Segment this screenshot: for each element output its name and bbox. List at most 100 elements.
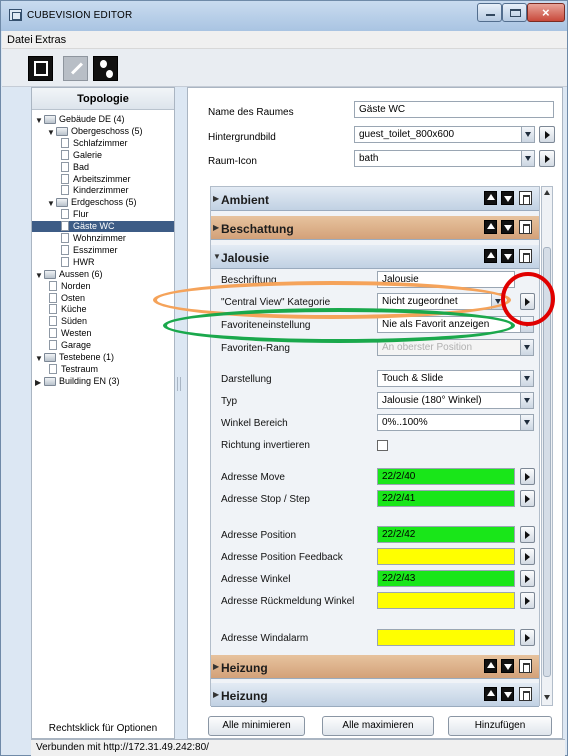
background-select[interactable]: guest_toilet_800x600 [354, 126, 535, 143]
position-arrow-button[interactable] [520, 526, 535, 543]
tree-label: Schlafzimmer [73, 137, 128, 148]
panel-title: Beschattung [221, 222, 294, 236]
move-down-icon[interactable] [501, 191, 514, 205]
document-icon [61, 244, 69, 255]
collapse-icon[interactable]: ▼ [47, 127, 55, 138]
document-icon [61, 149, 69, 160]
scroll-up-icon[interactable] [544, 190, 550, 195]
tree-label: Westen [61, 328, 92, 339]
position-feedback-input[interactable] [377, 548, 515, 565]
windalarm-arrow-button[interactable] [520, 629, 535, 646]
status-bar: Verbunden mit http://172.31.49.242:80/ [31, 739, 565, 756]
chevron-down-icon[interactable] [520, 415, 533, 430]
panel-beschattung[interactable]: ▶ Beschattung [211, 216, 539, 240]
position-input[interactable]: 22/2/42 [377, 526, 515, 543]
close-button[interactable]: × [527, 3, 565, 22]
stop-input[interactable]: 22/2/41 [377, 490, 515, 507]
typ-select[interactable]: Jalousie (180° Winkel) [377, 392, 534, 409]
chevron-down-icon[interactable] [521, 127, 534, 142]
tree-room[interactable]: Gäste WC [32, 221, 174, 233]
delete-icon[interactable] [519, 249, 532, 263]
chevron-down-icon[interactable] [520, 393, 533, 408]
move-down-icon[interactable] [501, 220, 514, 234]
chevron-down-icon[interactable] [520, 371, 533, 386]
move-down-icon[interactable] [501, 687, 514, 701]
chevron-down-icon[interactable] [521, 151, 534, 166]
add-button[interactable]: Hinzufügen [448, 716, 552, 736]
collapse-icon[interactable]: ▼ [35, 353, 43, 364]
collapse-icon[interactable]: ▼ [35, 115, 43, 126]
winkel-address-arrow-button[interactable] [520, 570, 535, 587]
document-icon [49, 340, 57, 351]
winkel-feedback-input[interactable] [377, 592, 515, 609]
document-icon [61, 137, 69, 148]
tree-label: Arbeitszimmer [73, 173, 131, 184]
move-down-icon[interactable] [501, 249, 514, 263]
maximize-all-button[interactable]: Alle maximieren [322, 716, 434, 736]
winkel-bereich-select[interactable]: 0%..100% [377, 414, 534, 431]
move-up-icon[interactable] [484, 687, 497, 701]
move-up-icon[interactable] [484, 659, 497, 673]
menu-extras[interactable]: Extras [35, 34, 66, 46]
splitter[interactable] [175, 87, 187, 739]
typ-value: Jalousie (180° Winkel) [382, 395, 482, 406]
winkel-feedback-arrow-button[interactable] [520, 592, 535, 609]
tree-label: Erdgeschoss (5) [71, 197, 137, 208]
app-window: CUBEVISION EDITOR × Datei Extras Topolog… [0, 0, 568, 756]
background-arrow-button[interactable] [539, 126, 555, 143]
rang-value: An oberster Position [382, 342, 473, 353]
room-icon-arrow-button[interactable] [539, 150, 555, 167]
panel-heizung-2[interactable]: ▶ Heizung [211, 683, 539, 707]
panel-heizung-1[interactable]: ▶ Heizung [211, 655, 539, 679]
panel-jalousie[interactable]: ▼ Jalousie [211, 245, 539, 269]
scroll-down-icon[interactable] [544, 695, 550, 700]
position-feedback-arrow-button[interactable] [520, 548, 535, 565]
collapse-icon[interactable]: ▼ [47, 198, 55, 209]
delete-icon[interactable] [519, 220, 532, 234]
vertical-scrollbar[interactable] [541, 186, 553, 706]
tree-label: Obergeschoss (5) [71, 125, 143, 136]
darstellung-select[interactable]: Touch & Slide [377, 370, 534, 387]
stop-arrow-button[interactable] [520, 490, 535, 507]
title-bar[interactable]: CUBEVISION EDITOR × [1, 1, 567, 31]
move-down-icon[interactable] [501, 659, 514, 673]
folder-icon [44, 269, 56, 279]
tree-label: Gäste WC [73, 221, 115, 232]
move-arrow-button[interactable] [520, 468, 535, 485]
delete-icon[interactable] [519, 191, 532, 205]
move-input[interactable]: 22/2/40 [377, 468, 515, 485]
move-up-icon[interactable] [484, 220, 497, 234]
tree-label: HWR [73, 256, 95, 267]
save-icon[interactable] [28, 56, 53, 81]
document-icon [49, 304, 57, 315]
tree-label: Building EN (3) [59, 375, 120, 386]
panel-title: Jalousie [221, 251, 270, 265]
splitter-grip[interactable] [177, 377, 181, 391]
document-icon [61, 233, 69, 243]
collapse-icon: ▼ [213, 252, 221, 261]
user-icon[interactable] [93, 56, 118, 81]
winkel-bereich-value: 0%..100% [382, 417, 428, 428]
minimize-all-button[interactable]: Alle minimieren [208, 716, 305, 736]
topology-panel: Topologie ▼ Gebäude DE (4) ▼ Obergeschoss (… [31, 87, 175, 739]
collapse-icon[interactable]: ▼ [35, 270, 43, 281]
room-icon-select[interactable]: bath [354, 150, 535, 167]
maximize-button[interactable] [502, 3, 527, 22]
tree-label: Kinderzimmer [73, 185, 129, 196]
move-up-icon[interactable] [484, 191, 497, 205]
windalarm-input[interactable] [377, 629, 515, 646]
expand-icon[interactable]: ▶ [35, 377, 41, 388]
delete-icon[interactable] [519, 659, 532, 673]
edit-icon[interactable] [63, 56, 88, 81]
winkel-address-input[interactable]: 22/2/43 [377, 570, 515, 587]
folder-icon [56, 126, 68, 136]
move-label: Adresse Move [221, 472, 285, 483]
delete-icon[interactable] [519, 687, 532, 701]
menu-datei[interactable]: Datei [7, 34, 33, 46]
document-icon [61, 209, 69, 220]
panel-ambient[interactable]: ▶ Ambient [211, 187, 539, 211]
move-up-icon[interactable] [484, 249, 497, 263]
richtung-checkbox[interactable] [377, 440, 388, 451]
room-name-input[interactable]: Gäste WC [354, 101, 554, 118]
minimize-button[interactable] [477, 3, 502, 22]
